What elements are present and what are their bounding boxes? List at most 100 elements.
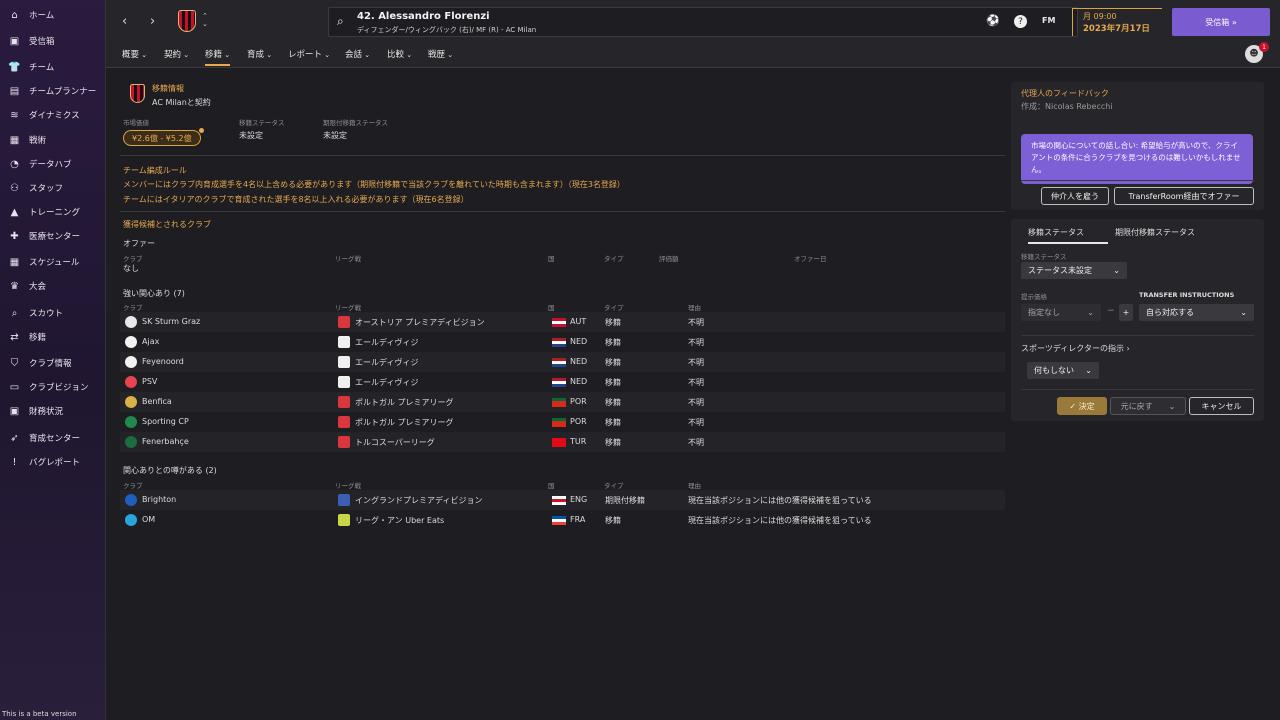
market-value-badge[interactable]: ¥2.6億 - ¥5.2億 (123, 130, 201, 146)
league-name[interactable]: イングランドプレミアディビジョン (355, 495, 482, 506)
sidebar-item[interactable]: ▣ 財務状況 (0, 400, 106, 422)
hire-agent-button[interactable]: 仲介人を雇う (1041, 187, 1109, 205)
minus-icon[interactable]: − (1107, 306, 1115, 316)
sidebar-item[interactable]: ▦ 戦術 (0, 129, 106, 151)
fm-menu-button[interactable]: FM (1042, 16, 1055, 25)
tab-3[interactable]: 育成 ⌄ (247, 48, 272, 60)
tab-0[interactable]: 概要 ⌄ (122, 48, 147, 60)
table-row[interactable]: Sporting CP ポルトガル プレミアリーグ POR 移籍 不明 (120, 412, 1005, 432)
sidebar-item-label: 戦術 (29, 136, 47, 146)
tab-4[interactable]: レポート ⌄ (288, 48, 330, 60)
sidebar-item-label: クラブビジョン (29, 383, 89, 393)
club-name[interactable]: Feyenoord (142, 357, 184, 366)
league-name[interactable]: エールディヴィジ (355, 377, 418, 388)
tab-loan-status[interactable]: 期限付移籍ステータス (1115, 227, 1195, 238)
sidebar-item[interactable]: ≋ ダイナミクス (0, 104, 106, 126)
club-name[interactable]: OM (142, 515, 155, 524)
country-code: AUT (570, 317, 587, 326)
interest-reason: 現在当該ポジションには他の獲得候補を狙っている (688, 516, 872, 525)
tab-transfer-status[interactable]: 移籍ステータス (1028, 227, 1108, 244)
strong-interest-title: 強い関心あり (7) (123, 289, 185, 298)
club-badge-icon (125, 376, 137, 388)
sidebar-item[interactable]: ⇄ 移籍 (0, 326, 106, 348)
sidebar-item[interactable]: ▣ 受信箱 (0, 30, 106, 52)
continue-inbox-button[interactable]: 受信箱 » (1172, 8, 1270, 36)
asking-price-dropdown[interactable]: 指定なし ⌄ (1021, 304, 1101, 321)
column-header: リーグ戦 (335, 304, 361, 312)
sidebar-item[interactable]: ▭ クラブビジョン (0, 376, 106, 398)
sidebar-item[interactable]: ➶ 育成センター (0, 427, 106, 449)
league-name[interactable]: リーグ・アン Uber Eats (355, 515, 444, 526)
league-name[interactable]: エールディヴィジ (355, 357, 418, 368)
chevron-down-icon: ⌄ (1168, 401, 1176, 411)
table-row[interactable]: Brighton イングランドプレミアディビジョン ENG 期限付移籍 現在当該ポジショ… (120, 490, 1005, 510)
league-icon (338, 316, 350, 328)
sidebar-item[interactable]: ▦ スケジュール (0, 251, 106, 273)
sidebar-item[interactable]: ▲ トレーニング (0, 201, 106, 223)
instructions-dropdown[interactable]: 自ら対応する ⌄ (1139, 304, 1254, 321)
club-name[interactable]: PSV (142, 377, 157, 386)
table-row[interactable]: OM リーグ・アン Uber Eats FRA 移籍 現在当該ポジションには他の獲得候補… (120, 510, 1005, 530)
league-name[interactable]: トルコスーパーリーグ (355, 437, 435, 448)
tab-2[interactable]: 移籍 ⌄ (205, 48, 231, 66)
club-name[interactable]: Sporting CP (142, 417, 189, 426)
club-name[interactable]: Ajax (142, 337, 159, 346)
sidebar-item[interactable]: 👕 チーム (0, 56, 106, 78)
home-icon: ⌂ (11, 9, 18, 21)
club-name[interactable]: Fenerbahçe (142, 437, 189, 446)
search-box[interactable]: ⌕ 42. Alessandro Florenzi ディフェンダー/ウィングバッ… (328, 7, 1078, 37)
transferroom-offer-button[interactable]: TransferRoom経由でオファー (1114, 187, 1254, 205)
sidebar-item[interactable]: ⚇ スタッフ (0, 177, 106, 199)
tab-5[interactable]: 会話 ⌄ (345, 48, 370, 60)
table-row[interactable]: PSV エールディヴィジ NED 移籍 不明 (120, 372, 1005, 392)
director-dropdown[interactable]: 何もしない ⌄ (1027, 362, 1099, 379)
interest-reason: 不明 (688, 398, 704, 407)
sidebar-item[interactable]: ⌂ ホーム (0, 4, 106, 26)
league-name[interactable]: ポルトガル プレミアリーグ (355, 397, 454, 408)
tab-1[interactable]: 契約 ⌄ (164, 48, 189, 60)
sidebar-item-label: 育成センター (29, 434, 81, 444)
status-dropdown[interactable]: ステータス未設定 ⌄ (1021, 262, 1127, 279)
club-name[interactable]: Brighton (142, 495, 176, 504)
sidebar-item[interactable]: ⌕ スカウト (0, 302, 106, 324)
revert-button[interactable]: 元に戻す ⌄ (1110, 397, 1186, 415)
sidebar-item[interactable]: ! バグレポート (0, 451, 106, 473)
tab-7[interactable]: 戦歴 ⌄ (428, 48, 453, 60)
date-display[interactable]: 月 09:00 2023年7月17日 (1072, 8, 1162, 36)
forward-arrow-icon[interactable]: › (150, 14, 155, 29)
league-name[interactable]: エールディヴィジ (355, 337, 418, 348)
sidebar-item[interactable]: ✚ 医療センター (0, 225, 106, 247)
league-icon (338, 396, 350, 408)
country-code: FRA (570, 515, 586, 524)
sidebar-item[interactable]: ▤ チームプランナー (0, 80, 106, 102)
sidebar-item[interactable]: ♛ 大会 (0, 275, 106, 297)
country-flag-icon (552, 398, 566, 407)
ball-icon[interactable]: ⚽ (986, 14, 1000, 27)
club-name[interactable]: Benfica (142, 397, 172, 406)
sidebar-item[interactable]: ⛉ クラブ情報 (0, 352, 106, 374)
chevron-down-icon: ⌄ (322, 51, 331, 59)
club-badge-icon (125, 316, 137, 328)
help-icon[interactable]: ? (1014, 15, 1027, 28)
league-name[interactable]: ポルトガル プレミアリーグ (355, 417, 454, 428)
club-switch-icon[interactable]: ⌃ ⌄ (202, 12, 208, 28)
rule-line-2: チームにはイタリアのクラブで育成された選手を8名以上入れる必要があります（現在6… (123, 195, 469, 204)
table-row[interactable]: Fenerbahçe トルコスーパーリーグ TUR 移籍 不明 (120, 432, 1005, 452)
confirm-button[interactable]: ✓ 決定 (1057, 397, 1107, 415)
club-name[interactable]: SK Sturm Graz (142, 317, 200, 326)
club-crest-icon[interactable] (178, 10, 196, 32)
plus-button[interactable]: + (1119, 304, 1133, 321)
table-row[interactable]: Benfica ポルトガル プレミアリーグ POR 移籍 不明 (120, 392, 1005, 412)
transfer-type: 移籍 (605, 318, 621, 327)
search-icon: ⌕ (337, 14, 344, 28)
cancel-button[interactable]: キャンセル (1189, 397, 1254, 415)
table-row[interactable]: Feyenoord エールディヴィジ NED 移籍 不明 (120, 352, 1005, 372)
table-row[interactable]: SK Sturm Graz オーストリア プレミアディビジョン AUT 移籍 不明 (120, 312, 1005, 332)
tab-label: 移籍 (205, 50, 223, 60)
sidebar-item[interactable]: ◔ データハブ (0, 153, 106, 175)
back-arrow-icon[interactable]: ‹ (122, 14, 127, 29)
league-name[interactable]: オーストリア プレミアディビジョン (355, 317, 485, 328)
director-instructions-link[interactable]: スポーツディレクターの指示 › (1021, 343, 1130, 354)
table-row[interactable]: Ajax エールディヴィジ NED 移籍 不明 (120, 332, 1005, 352)
tab-6[interactable]: 比較 ⌄ (387, 48, 412, 60)
